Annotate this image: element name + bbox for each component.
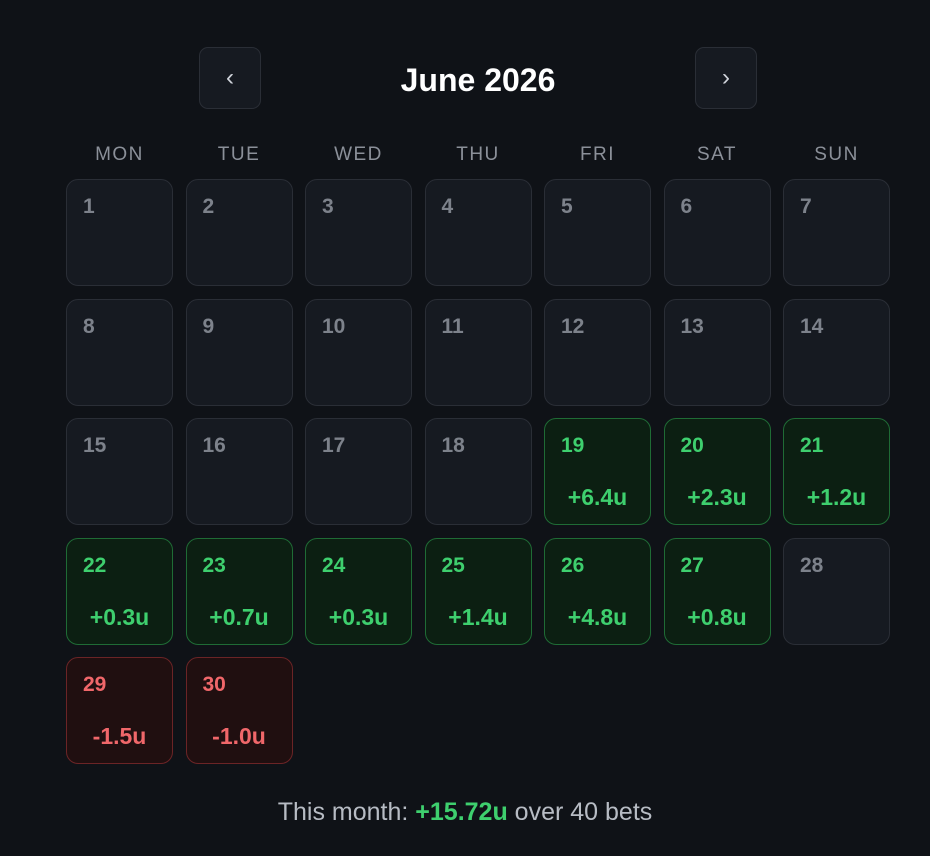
day-number: 19 (561, 434, 585, 457)
day-cell-29[interactable]: 29 -1.5u (66, 657, 173, 764)
chevron-right-icon: › (722, 64, 730, 91)
day-cell-13[interactable]: 13 (663, 298, 771, 406)
day-cell-24[interactable]: 24 +0.3u (305, 537, 412, 645)
day-number: 2 (202, 195, 215, 218)
day-cell-2[interactable]: 2 (185, 179, 293, 286)
day-result: +0.7u (209, 603, 269, 630)
day-number: 16 (202, 434, 226, 457)
weekday-label: THU (456, 144, 500, 165)
weekday-label: MON (95, 144, 144, 165)
weekday-label: SUN (814, 144, 859, 165)
day-result: +1.2u (806, 484, 867, 510)
day-number: 12 (561, 314, 585, 338)
day-result: -1.0u (212, 723, 266, 749)
day-cell-6[interactable]: 6 (663, 179, 771, 286)
day-result: +2.3u (687, 484, 747, 510)
day-number: 6 (680, 195, 693, 218)
day-number: 24 (322, 553, 346, 577)
day-cell-7[interactable]: 7 (783, 179, 890, 286)
day-number: 4 (441, 195, 454, 218)
summary-suffix: over 40 bets (507, 798, 653, 826)
day-result: +4.8u (567, 603, 628, 630)
day-number: 27 (680, 553, 704, 577)
day-number: 21 (800, 434, 824, 457)
day-cell-16[interactable]: 16 (185, 418, 293, 525)
day-cell-27[interactable]: 27 +0.8u (663, 537, 771, 645)
day-cell-11[interactable]: 11 (424, 298, 532, 406)
day-cell-15[interactable]: 15 (66, 418, 173, 525)
day-cell-8[interactable]: 8 (66, 298, 173, 406)
calendar-page: ‹ June 2026 › MON TUE WED THU FRI SAT SU… (0, 0, 930, 856)
day-number: 18 (441, 434, 465, 457)
weekday-label: TUE (217, 144, 261, 165)
calendar-grid: 1 2 3 4 5 6 7 8 9 10 11 12 13 14 15 16 17 18 19 +6.4u 20 +2.3… (66, 179, 890, 764)
day-number: 14 (800, 314, 824, 338)
day-cell-25[interactable]: 25 +1.4u (424, 537, 532, 645)
day-number: 13 (680, 314, 704, 338)
summary-prefix: This month: (277, 798, 416, 826)
day-number: 20 (680, 434, 704, 457)
weekday-header: MON TUE WED THU FRI SAT SUN (66, 143, 890, 167)
day-number: 3 (322, 195, 334, 218)
day-result: +0.3u (89, 603, 150, 630)
day-number: 11 (441, 314, 464, 338)
weekday-label: WED (334, 144, 383, 165)
day-result: +0.3u (328, 603, 389, 630)
day-cell-10[interactable]: 10 (305, 298, 412, 406)
day-cell-28[interactable]: 28 (783, 537, 890, 645)
day-number: 30 (202, 673, 226, 696)
day-cell-9[interactable]: 9 (185, 298, 293, 406)
day-cell-30[interactable]: 30 -1.0u (185, 657, 293, 764)
day-number: 8 (83, 314, 95, 338)
day-cell-23[interactable]: 23 +0.7u (185, 537, 293, 645)
day-cell-19[interactable]: 19 +6.4u (544, 418, 651, 525)
day-cell-1[interactable]: 1 (66, 179, 173, 286)
day-cell-12[interactable]: 12 (544, 298, 651, 406)
day-cell-22[interactable]: 22 +0.3u (66, 537, 173, 645)
day-number: 10 (322, 314, 346, 338)
day-number: 7 (800, 195, 812, 218)
day-number: 1 (83, 195, 95, 218)
day-number: 17 (322, 434, 346, 457)
day-cell-14[interactable]: 14 (783, 298, 890, 406)
prev-month-button[interactable]: ‹ (199, 47, 261, 109)
weekday-label: FRI (579, 144, 616, 165)
day-number: 9 (202, 314, 215, 338)
day-number: 26 (561, 553, 585, 577)
day-result: +0.8u (687, 603, 747, 630)
chevron-left-icon: ‹ (226, 64, 234, 91)
day-result: +1.4u (448, 603, 508, 630)
summary-total: +15.72u (415, 798, 508, 826)
day-cell-26[interactable]: 26 +4.8u (544, 537, 651, 645)
day-cell-20[interactable]: 20 +2.3u (663, 418, 771, 525)
day-cell-18[interactable]: 18 (424, 418, 532, 525)
day-cell-17[interactable]: 17 (305, 418, 412, 525)
day-number: 22 (83, 553, 107, 577)
day-cell-21[interactable]: 21 +1.2u (783, 418, 890, 525)
day-number: 25 (441, 553, 465, 577)
day-number: 5 (561, 195, 573, 218)
day-cell-5[interactable]: 5 (544, 179, 651, 286)
day-result: +6.4u (567, 484, 628, 510)
day-number: 29 (83, 673, 107, 696)
next-month-button[interactable]: › (695, 47, 757, 109)
month-title: June 2026 (400, 62, 556, 98)
day-number: 23 (202, 553, 226, 577)
day-number: 28 (800, 553, 824, 577)
weekday-label: SAT (696, 144, 738, 165)
month-summary: This month: +15.72u over 40 bets (0, 796, 930, 828)
day-result: -1.5u (92, 723, 147, 749)
day-cell-4[interactable]: 4 (424, 179, 532, 286)
day-cell-3[interactable]: 3 (305, 179, 412, 286)
day-number: 15 (83, 434, 107, 457)
